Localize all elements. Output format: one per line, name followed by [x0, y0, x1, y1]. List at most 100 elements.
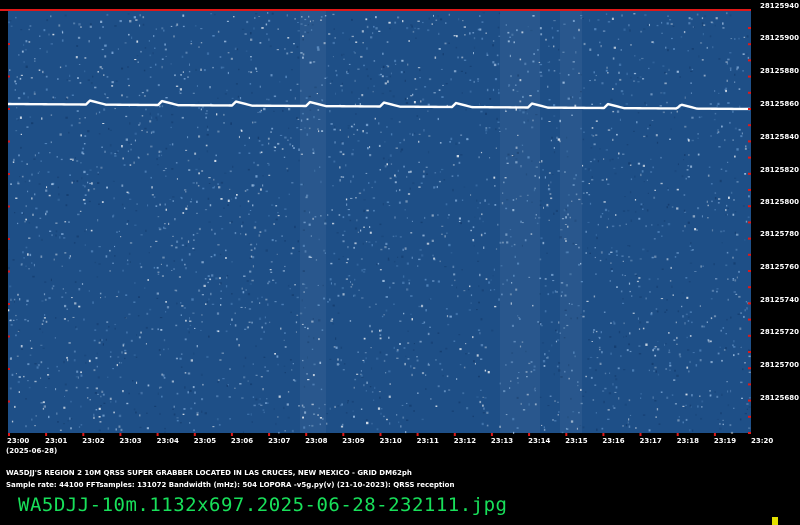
noise-speck: [601, 82, 604, 85]
noise-speck: [602, 30, 606, 32]
noise-speck: [552, 280, 555, 282]
noise-speck: [433, 24, 435, 26]
noise-speck: [88, 200, 91, 203]
noise-speck: [735, 248, 738, 251]
noise-speck: [172, 196, 175, 198]
noise-speck: [101, 201, 104, 203]
noise-speck: [178, 91, 180, 93]
noise-speck: [600, 45, 602, 48]
noise-speck: [159, 203, 161, 206]
noise-speck: [253, 226, 257, 229]
noise-speck: [230, 220, 233, 223]
noise-speck: [264, 316, 266, 319]
noise-speck: [666, 101, 668, 104]
noise-speck: [253, 161, 255, 164]
noise-speck: [413, 101, 416, 104]
noise-speck: [748, 397, 751, 399]
noise-speck: [699, 349, 702, 352]
noise-speck: [736, 233, 739, 236]
noise-speck: [152, 52, 154, 55]
noise-speck: [656, 285, 659, 288]
noise-speck: [734, 81, 736, 83]
noise-speck: [599, 337, 601, 340]
noise-speck: [284, 332, 286, 334]
noise-speck: [620, 49, 622, 51]
noise-speck: [254, 221, 257, 223]
noise-speck: [651, 362, 654, 365]
noise-speck: [477, 80, 479, 82]
noise-speck: [650, 158, 652, 160]
noise-speck: [498, 35, 501, 37]
noise-speck: [212, 66, 214, 69]
noise-speck: [648, 67, 650, 70]
noise-speck: [629, 29, 631, 32]
noise-speck: [594, 28, 597, 31]
noise-speck: [256, 164, 260, 167]
noise-speck: [37, 172, 39, 174]
noise-speck: [273, 150, 276, 152]
noise-speck: [384, 82, 387, 85]
noise-speck: [690, 242, 692, 244]
noise-speck: [707, 217, 709, 219]
noise-speck: [623, 28, 626, 31]
noise-speck: [136, 203, 138, 205]
noise-speck: [212, 426, 215, 428]
noise-speck: [380, 131, 382, 133]
noise-speck: [97, 219, 99, 222]
noise-speck: [258, 234, 261, 237]
noise-speck: [340, 404, 342, 407]
noise-speck: [231, 318, 233, 321]
frequency-label: 28125820: [760, 166, 799, 174]
noise-speck: [678, 353, 681, 356]
noise-speck: [78, 23, 81, 26]
noise-speck: [110, 152, 113, 155]
noise-speck: [258, 140, 261, 142]
noise-speck: [637, 317, 639, 320]
noise-speck: [350, 197, 353, 199]
noise-speck: [169, 144, 172, 146]
noise-speck: [68, 221, 70, 223]
noise-speck: [494, 204, 497, 206]
noise-speck: [255, 175, 258, 178]
noise-speck: [415, 37, 417, 39]
noise-speck: [424, 216, 426, 219]
noise-speck: [127, 78, 130, 80]
noise-speck: [59, 429, 62, 431]
noise-speck: [430, 398, 432, 400]
noise-speck: [353, 246, 355, 249]
time-label: 23:15: [565, 437, 587, 445]
noise-speck: [746, 408, 748, 410]
noise-speck: [185, 244, 188, 247]
noise-speck: [114, 327, 116, 330]
noise-speck: [266, 370, 269, 372]
noise-speck: [181, 244, 185, 246]
noise-speck: [351, 35, 354, 38]
noise-speck: [612, 110, 615, 113]
noise-speck: [213, 185, 216, 188]
noise-speck: [637, 81, 640, 83]
noise-speck: [379, 337, 382, 340]
noise-speck: [267, 402, 269, 404]
noise-speck: [30, 77, 33, 79]
noise-speck: [260, 404, 263, 406]
noise-speck: [207, 275, 210, 277]
noise-speck: [342, 240, 345, 243]
time-tick: [8, 433, 10, 436]
noise-speck: [277, 28, 279, 30]
noise-speck: [674, 403, 677, 405]
noise-speck: [88, 290, 90, 292]
noise-speck: [389, 75, 392, 78]
noise-speck: [626, 72, 628, 76]
noise-speck: [198, 172, 200, 175]
noise-speck: [17, 380, 20, 384]
noise-speck: [484, 346, 487, 349]
noise-speck: [284, 265, 286, 268]
noise-speck: [265, 402, 268, 404]
noise-speck: [477, 329, 481, 331]
noise-speck: [384, 246, 387, 249]
noise-speck: [78, 426, 81, 428]
noise-speck: [412, 133, 414, 136]
noise-speck: [116, 231, 118, 233]
noise-speck: [126, 191, 129, 193]
noise-speck: [442, 53, 444, 56]
